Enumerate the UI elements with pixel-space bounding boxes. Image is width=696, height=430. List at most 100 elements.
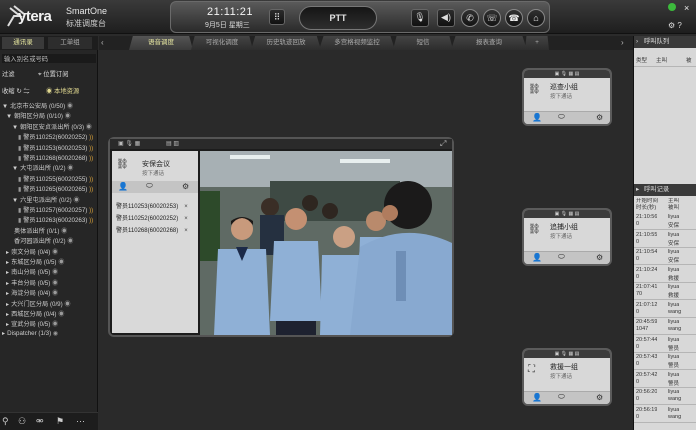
expand-icon[interactable]: ▸ [6, 259, 9, 266]
visibility-icon: ◉ [50, 321, 59, 329]
tree-node[interactable]: ▮ 警员110265(60020265) )) [16, 184, 93, 193]
more-icon[interactable]: ⋯ [76, 416, 85, 427]
settings-icon[interactable]: ⚙ [596, 113, 603, 122]
divider [634, 66, 696, 67]
expand-icon[interactable]: ▼ [12, 197, 18, 204]
tab-report-query[interactable]: 报表查询 [451, 36, 527, 50]
group-card-pursuit[interactable]: ▣ 🎙 ▦ ▤ ⛓ 追捕小组 按下通话 👤 ⬭ ⚙ [522, 208, 612, 266]
expand-icon[interactable]: ▸ [2, 330, 5, 337]
microphone-icon[interactable]: 🎙 [411, 9, 429, 27]
search-input[interactable]: 输入别名或号码 [2, 54, 96, 63]
remove-icon[interactable]: × [184, 228, 188, 234]
group-title: 安保会议 [142, 161, 170, 168]
tree-node[interactable]: ▼ 朝阳区安贞派出所 (0/3) ◉ [12, 122, 92, 131]
merge-icon[interactable]: ⚮ [36, 416, 44, 427]
log-callee: 警员 [668, 380, 680, 387]
user-icon[interactable]: 👤 [532, 113, 542, 122]
tree-node[interactable]: ▸ 大兴门区分局 (0/9) ◉ [6, 299, 71, 308]
call-forward-icon[interactable]: ☏ [483, 9, 501, 27]
tree-node[interactable]: ▸ 南山分局 (0/5) ◉ [6, 267, 58, 276]
group-icon[interactable]: ⚇ [18, 416, 26, 427]
tab-contacts[interactable]: 通讯录 [2, 37, 44, 49]
expand-icon[interactable]: ▼ [12, 124, 18, 131]
tree-node[interactable]: ▼ 六里屯派出所 (0/2) ◉ [12, 195, 80, 204]
remove-icon[interactable]: × [184, 204, 188, 210]
tabs-next-icon[interactable]: › [621, 38, 624, 47]
refresh-icon[interactable]: ↻ [16, 88, 21, 95]
tree-node-label: 警员110257(60020257) [23, 207, 88, 214]
tree-node[interactable]: ▮ 警员110263(60020263) )) [16, 215, 93, 224]
tree-node[interactable]: ▸ 崇文分局 (0/4) ◉ [6, 247, 58, 256]
expand-icon[interactable]: ▼ [12, 165, 18, 172]
group-card-patrol[interactable]: ▣ 🎙 ▦ ▤ ⛓ 巡查小组 按下通话 👤 ⬭ ⚙ [522, 68, 612, 126]
tree-node[interactable]: 香河园派出所 (0/2) ◉ [12, 236, 74, 245]
tab-add[interactable]: + [525, 36, 549, 50]
video-call-window[interactable]: ▣ 🎙 ▦ ▤ ▥ ⤢ ⛓ 安保会议 按下通话 👤 ⬭ ⚙ 警员110253(6… [108, 137, 454, 337]
tree-node[interactable]: ▮ 警员110268(60020268) )) [16, 153, 93, 162]
tree-node[interactable]: ▼ 大屯派出所 (0/2) ◉ [12, 163, 73, 172]
phone-icon[interactable]: ✆ [461, 9, 479, 27]
user-icon[interactable]: 👤 [532, 393, 542, 402]
user-icon[interactable]: 👤 [532, 253, 542, 262]
tab-visual-dispatch[interactable]: 可视化调度 [191, 36, 253, 50]
expand-icon[interactable]: ▸ [6, 280, 9, 287]
tab-voice-dispatch[interactable]: 语音调度 [129, 36, 193, 50]
link-icon[interactable]: ⇋ [23, 88, 29, 95]
member-item[interactable]: 警员110268(60020268) × [116, 225, 188, 234]
settings-icon[interactable]: ⚙ [182, 182, 189, 191]
ptt-pill-icon[interactable]: ⬭ [558, 252, 565, 262]
tree-node[interactable]: ▮ 警员110255(60020255) )) [16, 174, 93, 183]
ptt-button[interactable]: PTT [299, 6, 377, 30]
ptt-pill-icon[interactable]: ⬭ [558, 112, 565, 122]
log-callee: 警员 [668, 345, 680, 352]
tree-node[interactable]: ▸ 宣武分局 (0/5) ◉ [6, 319, 58, 328]
tree-node[interactable]: ▮ 警员110252(60020252) )) [16, 132, 93, 141]
broadcast-icon[interactable]: ⚑ [56, 416, 64, 427]
collapse-arrow-icon[interactable]: › [636, 36, 638, 48]
expand-icon[interactable]: ▼ [6, 113, 12, 120]
expand-icon[interactable]: ▸ [6, 249, 9, 256]
expand-icon[interactable]: ▸ [6, 301, 9, 308]
tree-node[interactable]: ▸ 西城区分局 (0/4) ◉ [6, 309, 64, 318]
tree-node[interactable]: ▸ 海淀分局 (0/4) ◉ [6, 288, 58, 297]
expand-icon[interactable]: ▸ [6, 311, 9, 318]
keypad-icon[interactable]: ⠿ [269, 9, 285, 25]
tree-node[interactable]: ▮ 警员110253(60020253) )) [16, 143, 93, 152]
tree-node[interactable]: ▮ 警员110257(60020257) )) [16, 205, 93, 214]
tab-history-track[interactable]: 历史轨迹回放 [251, 36, 321, 50]
ptt-pill-icon[interactable]: ⬭ [558, 392, 565, 402]
settings-icon[interactable]: ⚙ [596, 393, 603, 402]
member-item[interactable]: 警员110252(60020252) × [116, 213, 188, 222]
speaker-icon[interactable]: ◀) [437, 9, 455, 27]
tree-node[interactable]: 奥体派出所 (0/1) ◉ [12, 226, 67, 235]
log-caller: liyua [668, 336, 680, 343]
ptt-pill-icon[interactable]: ⬭ [146, 181, 153, 191]
tree-node[interactable]: ▸ 东城区分局 (0/5) ◉ [6, 257, 64, 266]
tab-sms[interactable]: 短信 [393, 36, 453, 50]
settings-icon[interactable]: ⚙ [596, 253, 603, 262]
tree-node[interactable]: ▸ 丰台分局 (0/5) ◉ [6, 278, 58, 287]
member-item[interactable]: 警员110253(60020253) × [116, 201, 188, 210]
close-icon[interactable]: × [684, 3, 689, 13]
expand-icon[interactable]: ▼ [2, 103, 8, 110]
expand-icon[interactable]: ▸ [6, 269, 9, 276]
tree-node[interactable]: ▼ 北京市公安局 (0/50) ◉ [2, 101, 73, 110]
call-transfer-icon[interactable]: ☎ [505, 9, 523, 27]
group-card-rescue[interactable]: ▣ 🎙 ▦ ▤ ⛶ 救援一组 按下通话 👤 ⬭ ⚙ [522, 348, 612, 406]
expand-icon[interactable]: ▸ [6, 290, 9, 297]
settings-icon[interactable]: ⚙ ? [668, 21, 689, 30]
expand-icon[interactable]: ▸ [6, 321, 9, 328]
remove-icon[interactable]: × [184, 216, 188, 222]
tree-node[interactable]: ▼ 朝阳区分局 (0/10) ◉ [6, 111, 71, 120]
emergency-icon[interactable]: ⌂ [527, 9, 545, 27]
tab-video-monitor[interactable]: 多宫格视频监控 [319, 36, 395, 50]
tab-workorder-group[interactable]: 工单组 [48, 37, 92, 49]
tree-node-label: 警员110268(60020268) [23, 155, 88, 162]
tree-node[interactable]: ▸ Dispatcher (1/3) ◉ [2, 330, 58, 337]
status-ok-icon [668, 3, 676, 11]
share-icon[interactable]: ⚲ [2, 416, 9, 427]
expand-icon[interactable]: ⤢ [440, 139, 446, 149]
tabs-prev-icon[interactable]: ‹ [101, 38, 104, 47]
user-icon[interactable]: 👤 [118, 182, 128, 191]
log-col-caller: 主叫 被叫 [668, 198, 680, 211]
